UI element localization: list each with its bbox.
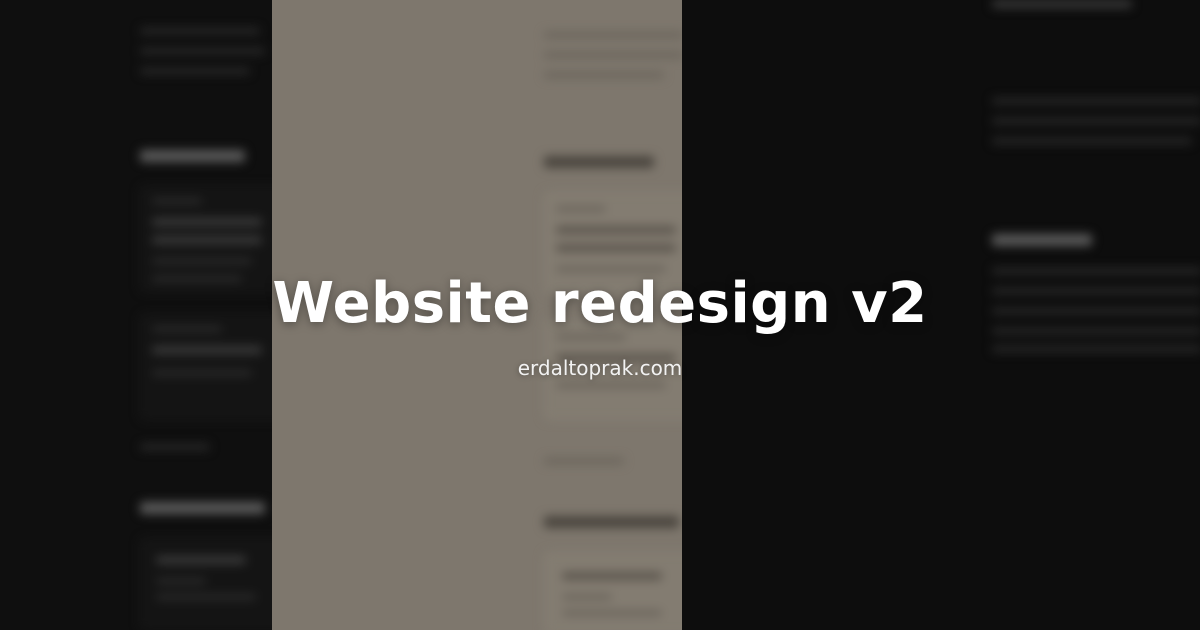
page-title: Website redesign v2 [272, 270, 928, 336]
site-domain: erdaltoprak.com [517, 355, 683, 380]
hero-overlay: Website redesign v2 erdaltoprak.com [0, 0, 1200, 630]
